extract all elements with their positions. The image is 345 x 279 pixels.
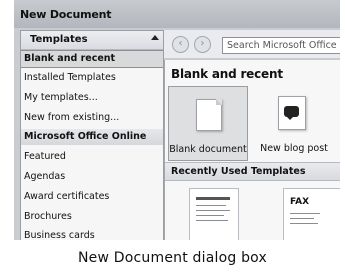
sidebar-group-microsoft-office-online: Microsoft Office Online	[21, 129, 163, 145]
templates-pane: Templates Blank and recent Installed Tem…	[20, 30, 164, 240]
recently-used-header: Recently Used Templates	[165, 162, 340, 181]
recently-used-label: Recently Used Templates	[171, 166, 306, 177]
speech-bubble-icon	[284, 106, 299, 120]
new-document-dialog: New Document Templates Blank and recent …	[14, 0, 340, 240]
sidebar-item-installed-templates[interactable]: Installed Templates	[21, 69, 163, 87]
templates-header: Templates	[21, 31, 163, 50]
main-pane: Blank and recent Blank document New blog…	[164, 60, 340, 240]
blog-post-icon	[278, 96, 306, 130]
sidebar-item-new-from-existing[interactable]: New from existing...	[21, 109, 163, 127]
window-title: New Document	[20, 8, 112, 21]
new-blog-post-label: New blog post	[260, 143, 328, 154]
templates-header-label: Templates	[30, 34, 88, 45]
recent-template-thumbnail[interactable]	[189, 188, 239, 240]
title-bar: New Document	[14, 0, 340, 28]
forward-arrow-icon[interactable]: ›	[194, 36, 211, 53]
fax-template-thumbnail[interactable]: FAX	[283, 188, 340, 240]
fax-label: FAX	[290, 197, 310, 207]
sidebar-item-featured[interactable]: Featured	[21, 148, 163, 166]
section-title: Blank and recent	[171, 67, 283, 81]
sidebar-item-brochures[interactable]: Brochures	[21, 208, 163, 226]
blank-document-tile[interactable]: Blank document	[168, 86, 248, 161]
new-blog-post-tile[interactable]: New blog post	[251, 86, 337, 159]
figure-caption: New Document dialog box	[77, 250, 268, 266]
scroll-up-icon[interactable]	[151, 35, 159, 40]
search-input[interactable]: Search Microsoft Office	[222, 37, 340, 54]
sidebar-item-blank-and-recent[interactable]: Blank and recent	[21, 50, 163, 68]
sidebar-item-business-cards[interactable]: Business cards	[21, 227, 163, 240]
blank-document-label: Blank document	[169, 144, 247, 155]
navigation-bar: ‹ › Search Microsoft Office	[164, 30, 340, 58]
back-arrow-icon[interactable]: ‹	[172, 36, 189, 53]
sidebar-item-my-templates[interactable]: My templates...	[21, 89, 163, 107]
sidebar-item-agendas[interactable]: Agendas	[21, 168, 163, 186]
sidebar-item-award-certificates[interactable]: Award certificates	[21, 188, 163, 206]
blank-document-icon	[196, 99, 222, 131]
